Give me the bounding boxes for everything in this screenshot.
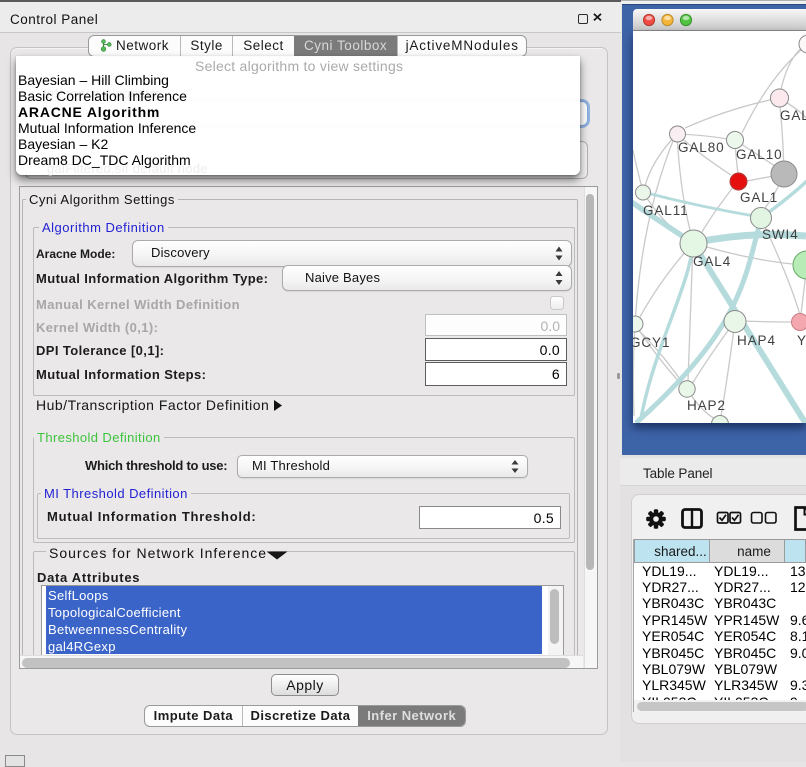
svg-text:GAL1: GAL1 (740, 190, 778, 205)
svg-text:GAL11: GAL11 (643, 203, 689, 218)
svg-text:GAL80: GAL80 (678, 140, 725, 155)
svg-text:GAL4: GAL4 (693, 254, 731, 269)
svg-text:GAL: GAL (780, 108, 806, 123)
svg-text:Y: Y (797, 333, 806, 348)
svg-text:HAP4: HAP4 (737, 333, 776, 348)
svg-text:HAP2: HAP2 (687, 398, 726, 413)
svg-text:SWI4: SWI4 (762, 227, 799, 242)
svg-text:GCY1: GCY1 (633, 335, 670, 350)
svg-text:GAL10: GAL10 (736, 147, 783, 162)
